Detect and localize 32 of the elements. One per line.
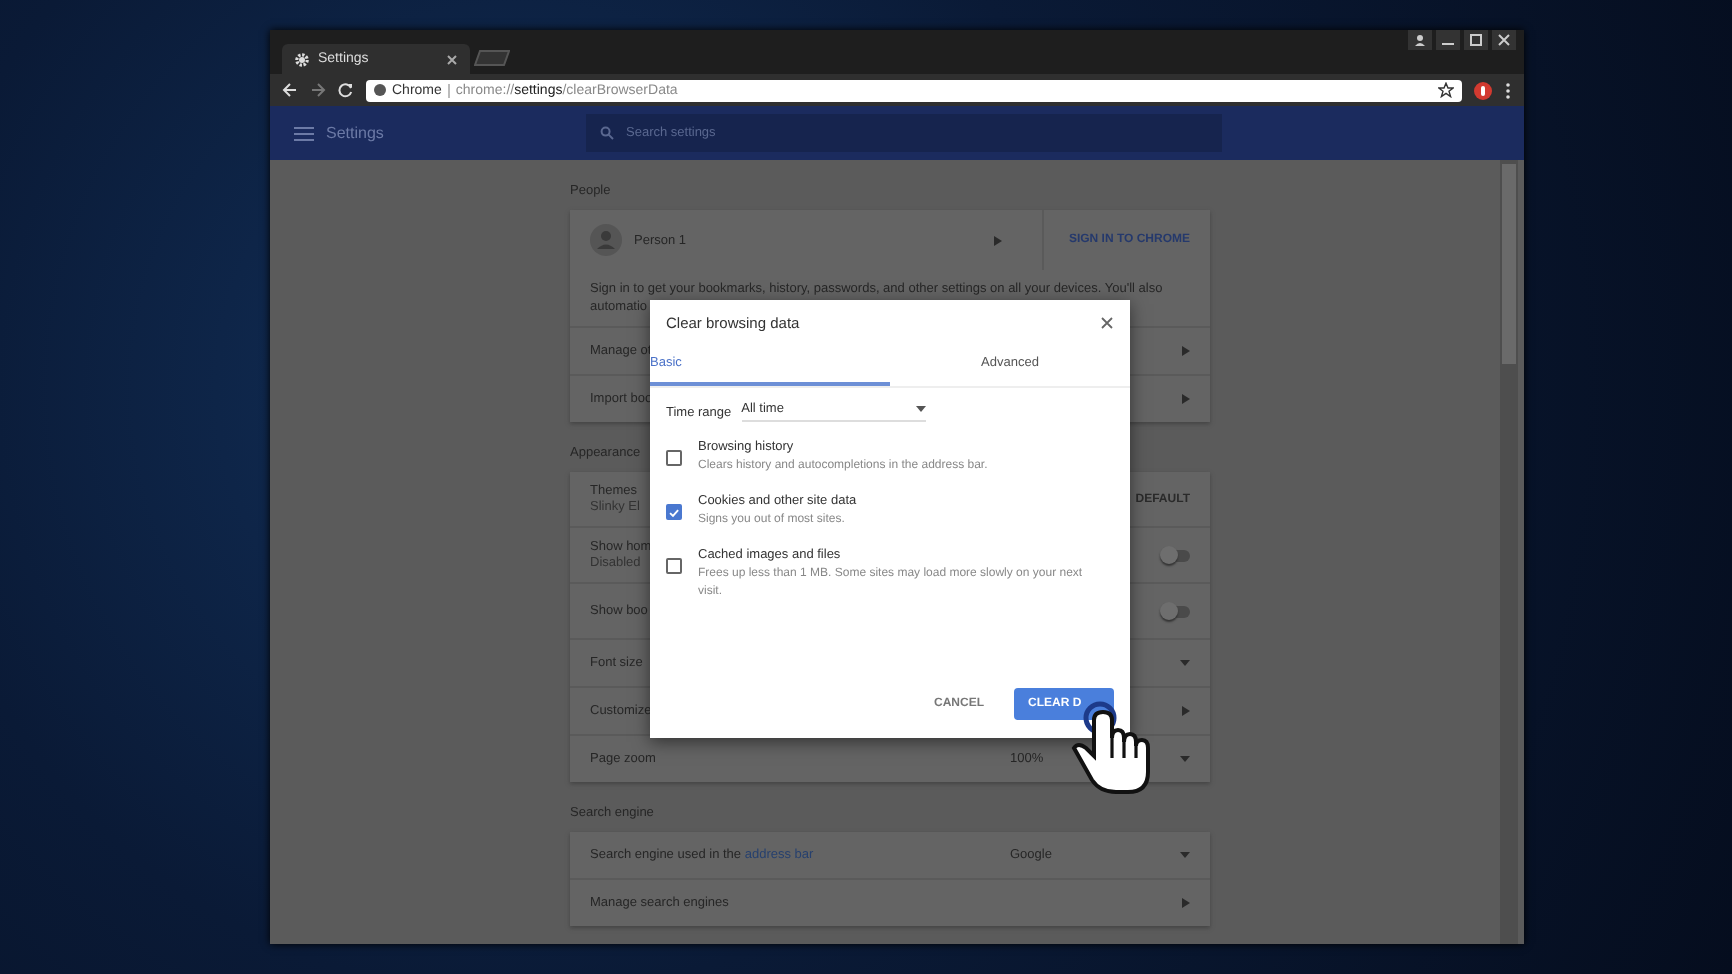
extension-icon[interactable]: [1474, 81, 1492, 99]
caret-icon: [1180, 852, 1190, 858]
settings-icon: [294, 51, 310, 67]
caret-icon: [915, 406, 926, 412]
checkbox[interactable]: [666, 450, 682, 466]
forward-icon[interactable]: [310, 82, 326, 98]
close-icon[interactable]: [1100, 316, 1114, 330]
arrow-right-icon[interactable]: [1182, 898, 1190, 908]
arrow-right-icon[interactable]: [994, 235, 1003, 245]
reload-icon[interactable]: [338, 82, 354, 98]
close-icon[interactable]: [1492, 30, 1516, 50]
arrow-right-icon[interactable]: [1182, 706, 1190, 716]
close-icon[interactable]: [446, 53, 458, 65]
checkbox[interactable]: [666, 558, 682, 574]
avatar-icon: [590, 224, 622, 256]
search-icon: [600, 126, 614, 140]
maximize-icon[interactable]: [1464, 30, 1488, 50]
caret-icon: [1180, 660, 1190, 666]
toggle-switch[interactable]: [1162, 549, 1190, 561]
checkbox[interactable]: [666, 504, 682, 520]
caret-icon: [1180, 756, 1190, 762]
page-title: Settings: [326, 124, 386, 142]
arrow-right-icon[interactable]: [1182, 346, 1190, 356]
star-icon[interactable]: [1438, 82, 1454, 98]
menu-icon[interactable]: [1504, 81, 1512, 99]
user-icon[interactable]: [1408, 30, 1432, 50]
info-icon: [374, 84, 386, 96]
arrow-right-icon[interactable]: [1182, 394, 1190, 404]
scrollbar-thumb[interactable]: [1502, 164, 1516, 364]
toggle-switch[interactable]: [1162, 605, 1190, 617]
minimize-icon[interactable]: [1436, 30, 1460, 50]
back-icon[interactable]: [282, 82, 298, 98]
